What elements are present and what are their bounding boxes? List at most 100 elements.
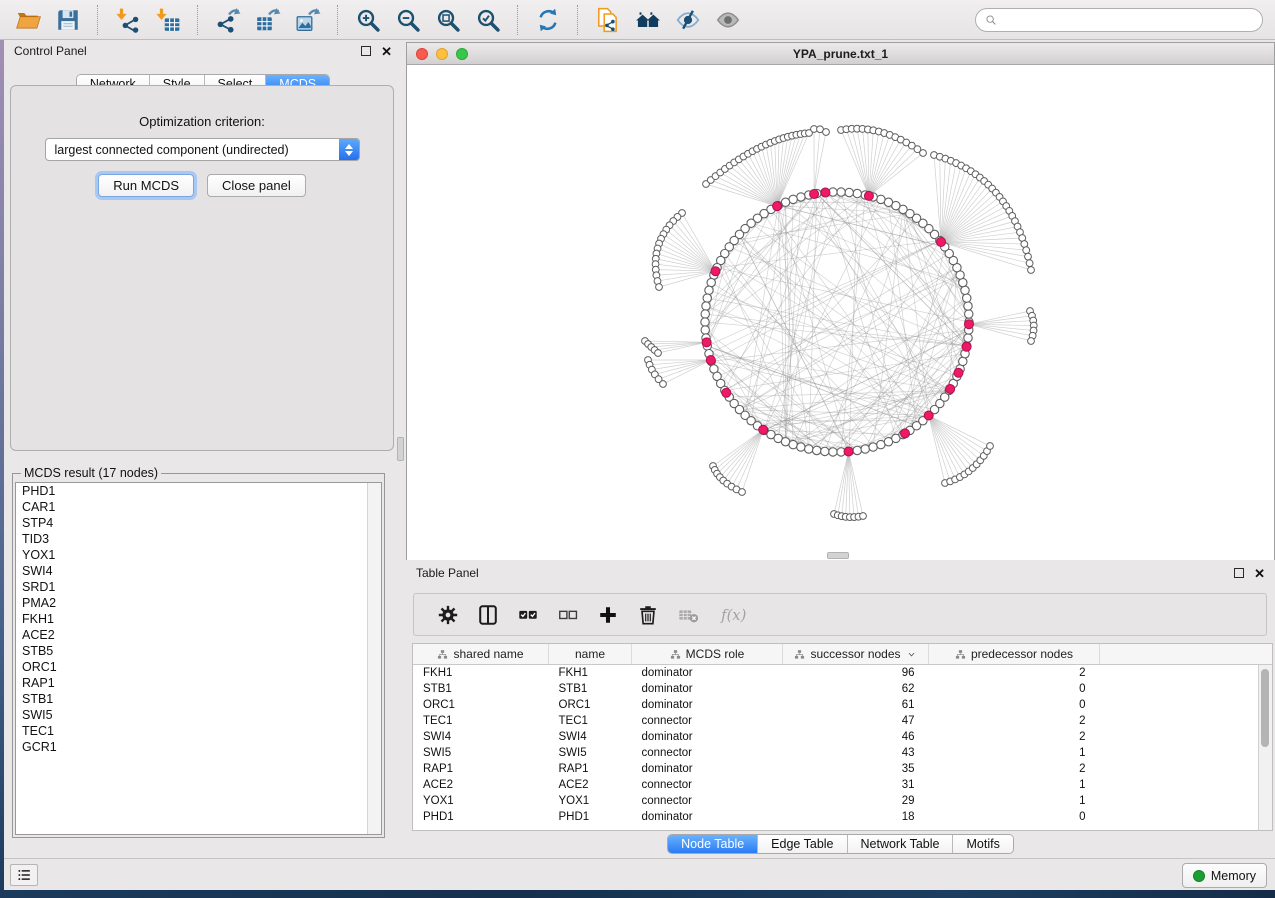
optimization-criterion-select[interactable]: largest connected component (undirected) (45, 138, 360, 161)
table-header-row: shared namenameMCDS rolesuccessor nodesp… (413, 644, 1272, 665)
mcds-result-item[interactable]: GCR1 (16, 739, 381, 755)
column-header-MCDS-role[interactable]: MCDS role (632, 644, 783, 665)
table-cell: 62 (783, 681, 929, 697)
table-cell: 2 (929, 729, 1100, 745)
table-cell: dominator (632, 697, 783, 713)
vertical-splitter-handle[interactable] (397, 437, 404, 461)
mcds-result-item[interactable]: STP4 (16, 515, 381, 531)
table-cell: dominator (632, 681, 783, 697)
table-row[interactable]: SWI5SWI5connector431 (413, 745, 1272, 761)
column-header-shared-name[interactable]: shared name (413, 644, 549, 665)
zoom-fit-icon[interactable] (431, 4, 465, 36)
table-row[interactable]: PHD1PHD1dominator180 (413, 809, 1272, 825)
run-mcds-button[interactable]: Run MCDS (98, 174, 194, 197)
table-row[interactable]: FKH1FKH1dominator962 (413, 665, 1272, 682)
mcds-result-item[interactable]: RAP1 (16, 675, 381, 691)
memory-button[interactable]: Memory (1182, 863, 1267, 888)
export-table-icon[interactable] (251, 4, 285, 36)
mcds-result-item[interactable]: ORC1 (16, 659, 381, 675)
table-scrollbar[interactable] (1258, 665, 1272, 831)
open-folder-icon[interactable] (11, 4, 45, 36)
search-input[interactable] (1003, 12, 1254, 28)
mcds-button-row: Run MCDS Close panel (11, 174, 393, 197)
show-details-icon[interactable] (711, 4, 745, 36)
main-toolbar (0, 0, 1275, 40)
zoom-in-icon[interactable] (351, 4, 385, 36)
gear-icon[interactable] (437, 604, 459, 626)
close-window-icon[interactable] (416, 48, 428, 60)
import-table-icon[interactable] (151, 4, 185, 36)
table-row[interactable]: SWI4SWI4dominator462 (413, 729, 1272, 745)
export-image-icon[interactable] (291, 4, 325, 36)
table-toolbar: f(x) (413, 593, 1267, 636)
control-panel: Control Panel ✕ NetworkStyleSelectMCDS O… (4, 40, 402, 858)
table-cell: connector (632, 713, 783, 729)
mcds-result-item[interactable]: ACE2 (16, 627, 381, 643)
zoom-selected-icon[interactable] (471, 4, 505, 36)
close-panel-icon[interactable]: ✕ (381, 45, 392, 58)
svg-text:f(x): f(x) (720, 607, 746, 624)
minimize-window-icon[interactable] (436, 48, 448, 60)
network-graph (407, 65, 1274, 560)
column-header-predecessor-nodes[interactable]: predecessor nodes (929, 644, 1100, 665)
tab-motifs[interactable]: Motifs (952, 835, 1012, 853)
table-row[interactable]: YOX1YOX1connector291 (413, 793, 1272, 809)
float-panel-icon[interactable] (361, 46, 371, 56)
mcds-result-item[interactable]: SWI5 (16, 707, 381, 723)
table-cell: 35 (783, 761, 929, 777)
table-row[interactable]: RAP1RAP1dominator352 (413, 761, 1272, 777)
mcds-result-item[interactable]: SRD1 (16, 579, 381, 595)
table-cell-filler (1100, 745, 1273, 761)
delete-icon[interactable] (637, 604, 659, 626)
node-table: shared namenameMCDS rolesuccessor nodesp… (412, 643, 1273, 831)
table-cell: dominator (632, 809, 783, 825)
mcds-result-item[interactable]: SWI4 (16, 563, 381, 579)
tab-edge-table[interactable]: Edge Table (757, 835, 846, 853)
task-history-button[interactable] (10, 864, 38, 886)
mcds-result-item[interactable]: TID3 (16, 531, 381, 547)
close-table-panel-icon[interactable]: ✕ (1254, 567, 1265, 580)
table-row[interactable]: ACE2ACE2connector311 (413, 777, 1272, 793)
mcds-result-item[interactable]: TEC1 (16, 723, 381, 739)
home-icon[interactable] (631, 4, 665, 36)
mcds-result-item[interactable]: STB5 (16, 643, 381, 659)
import-network-icon[interactable] (111, 4, 145, 36)
clone-network-icon[interactable] (591, 4, 625, 36)
close-panel-button[interactable]: Close panel (207, 174, 306, 197)
mcds-result-item[interactable]: PMA2 (16, 595, 381, 611)
mcds-result-item[interactable]: CAR1 (16, 499, 381, 515)
zoom-out-icon[interactable] (391, 4, 425, 36)
mcds-result-item[interactable]: YOX1 (16, 547, 381, 563)
save-icon[interactable] (51, 4, 85, 36)
hide-details-icon[interactable] (671, 4, 705, 36)
mcds-result-item[interactable]: PHD1 (16, 483, 381, 499)
tab-node-table[interactable]: Node Table (668, 835, 757, 853)
select-all-icon[interactable] (517, 604, 539, 626)
tab-network-table[interactable]: Network Table (847, 835, 953, 853)
table-scrollbar-thumb[interactable] (1261, 669, 1269, 747)
maximize-window-icon[interactable] (456, 48, 468, 60)
table-row[interactable]: STB1STB1dominator620 (413, 681, 1272, 697)
network-canvas[interactable] (407, 65, 1274, 560)
table-cell: dominator (632, 761, 783, 777)
add-icon[interactable] (597, 604, 619, 626)
mcds-result-list[interactable]: PHD1CAR1STP4TID3YOX1SWI4SRD1PMA2FKH1ACE2… (15, 482, 382, 835)
refresh-icon[interactable] (531, 4, 565, 36)
horizontal-splitter-handle[interactable] (827, 552, 849, 559)
table-row[interactable]: ORC1ORC1dominator610 (413, 697, 1272, 713)
float-table-panel-icon[interactable] (1234, 568, 1244, 578)
optimization-criterion-label: Optimization criterion: (11, 114, 393, 129)
mcds-list-scrollbar[interactable] (367, 483, 381, 834)
column-header-name[interactable]: name (549, 644, 632, 665)
deselect-all-icon[interactable] (557, 604, 579, 626)
mcds-result-item[interactable]: FKH1 (16, 611, 381, 627)
column-header-successor-nodes[interactable]: successor nodes (783, 644, 929, 665)
network-window-titlebar[interactable]: YPA_prune.txt_1 (407, 43, 1274, 65)
table-cell: ORC1 (413, 697, 549, 713)
mcds-result-item[interactable]: STB1 (16, 691, 381, 707)
export-network-icon[interactable] (211, 4, 245, 36)
search-box[interactable] (975, 8, 1263, 32)
table-row[interactable]: TEC1TEC1connector472 (413, 713, 1272, 729)
list-icon (11, 868, 37, 882)
columns-icon[interactable] (477, 604, 499, 626)
